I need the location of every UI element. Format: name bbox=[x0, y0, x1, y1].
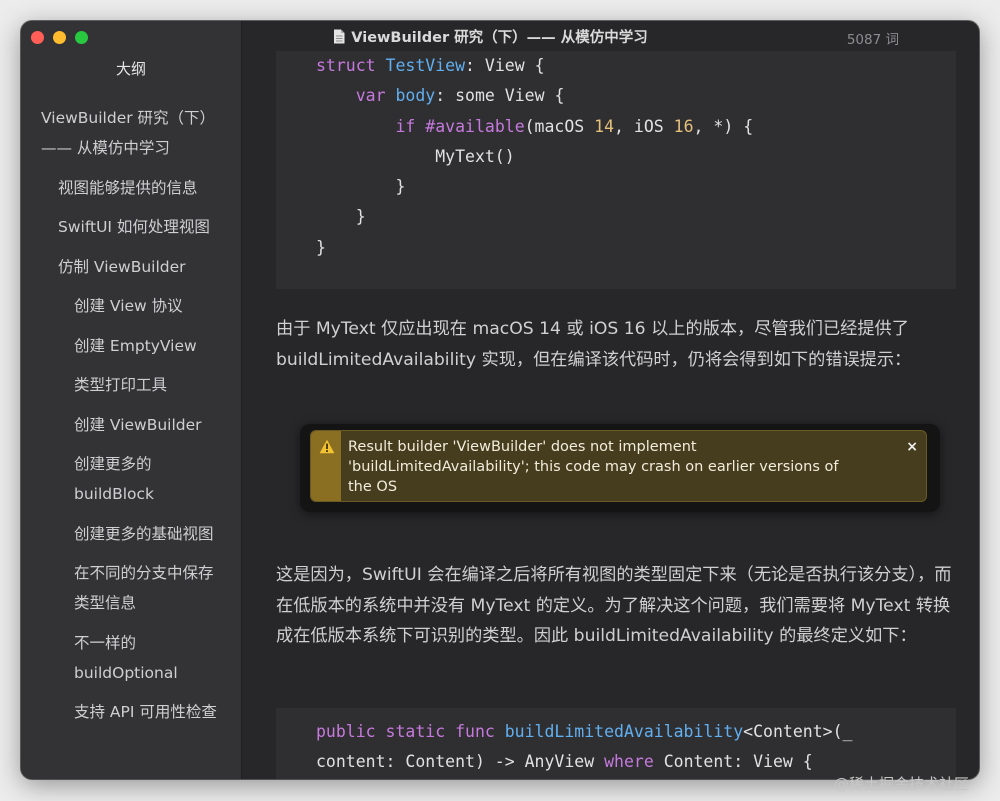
zoom-window-button[interactable] bbox=[75, 31, 88, 44]
code-token: content: Content) -> AnyView bbox=[316, 752, 605, 772]
code-token: var bbox=[355, 86, 396, 106]
code-token: } bbox=[316, 237, 326, 257]
code-token: : some View { bbox=[435, 86, 565, 106]
code-token: where bbox=[604, 752, 654, 772]
document-title: ViewBuilder 研究（下）—— 从模仿中学习 bbox=[333, 26, 648, 47]
code-line: } bbox=[316, 202, 936, 232]
code-token: Content: View { bbox=[653, 752, 813, 772]
document-title-text: ViewBuilder 研究（下）—— 从模仿中学习 bbox=[351, 30, 648, 46]
document-content[interactable]: struct TestView: View { var body: some V… bbox=[242, 51, 979, 779]
code-line: } bbox=[316, 172, 936, 202]
code-line: struct TestView: View { bbox=[316, 51, 936, 81]
watermark: @稀土掘金技术社区 bbox=[834, 775, 970, 793]
close-icon: × bbox=[906, 439, 918, 455]
code-token: <Content>(_ bbox=[743, 722, 853, 741]
error-message: Result builder 'ViewBuilder' does not im… bbox=[348, 439, 839, 495]
outline-item[interactable]: 创建更多的基础视图 bbox=[21, 519, 241, 549]
error-banner: Result builder 'ViewBuilder' does not im… bbox=[310, 430, 927, 502]
outline-item[interactable]: SwiftUI 如何处理视图 bbox=[21, 212, 241, 242]
outline-item[interactable]: 创建更多的 buildBlock bbox=[21, 449, 241, 509]
error-banner-stripe bbox=[311, 431, 341, 501]
document-icon bbox=[334, 29, 345, 44]
code-block-2[interactable]: public static func buildLimitedAvailabil… bbox=[276, 708, 956, 779]
outline-title: 大纲 bbox=[115, 60, 146, 78]
warning-icon bbox=[319, 439, 335, 454]
outline-item[interactable]: 在不同的分支中保存类型信息 bbox=[21, 558, 241, 618]
error-screenshot-image: Result builder 'ViewBuilder' does not im… bbox=[300, 424, 940, 512]
paragraph-2[interactable]: 这是因为，SwiftUI 会在编译之后将所有视图的类型固定下来（无论是否执行该分… bbox=[276, 560, 956, 652]
word-count: 5087 词 bbox=[846, 32, 899, 48]
code-token: body bbox=[395, 86, 436, 106]
code-token: struct bbox=[316, 56, 386, 75]
paragraph-1[interactable]: 由于 MyText 仅应出现在 macOS 14 或 iOS 16 以上的版本，… bbox=[276, 314, 956, 375]
close-window-button[interactable] bbox=[31, 31, 44, 44]
code-token: if #available bbox=[395, 116, 525, 136]
code-line: MyText() bbox=[316, 142, 936, 172]
outline-item[interactable]: 创建 View 协议 bbox=[21, 291, 241, 321]
code-token: , iOS bbox=[614, 116, 674, 136]
code-line: } bbox=[316, 233, 936, 263]
outline-list: ViewBuilder 研究（下）—— 从模仿中学习视图能够提供的信息 Swift… bbox=[21, 103, 241, 737]
code-line: var body: some View { bbox=[316, 81, 936, 111]
code-token: } bbox=[316, 207, 366, 227]
outline-item[interactable]: 支持 API 可用性检查 bbox=[21, 697, 241, 727]
code-token: 14 bbox=[594, 116, 615, 136]
window-controls bbox=[31, 31, 88, 44]
editor-window: 大纲 ViewBuilder 研究（下）—— 从模仿中学习视图能够提供的信息 Sw… bbox=[21, 21, 979, 779]
outline-sidebar: 大纲 ViewBuilder 研究（下）—— 从模仿中学习视图能够提供的信息 Sw… bbox=[21, 21, 242, 779]
outline-item[interactable]: 类型打印工具 bbox=[21, 370, 241, 400]
code-token: , *) { bbox=[693, 116, 754, 136]
outline-item[interactable]: 不一样的 buildOptional bbox=[21, 628, 241, 688]
outline-item[interactable]: 创建 EmptyView bbox=[21, 331, 241, 361]
code-token: buildLimitedAvailability bbox=[504, 722, 744, 741]
code-token: TestView bbox=[385, 56, 466, 75]
code-token: (macOS bbox=[524, 116, 595, 136]
code-token: MyText() bbox=[316, 146, 515, 166]
code-token: public static func bbox=[316, 722, 505, 741]
code-token: } bbox=[316, 177, 406, 197]
code-line: public static func buildLimitedAvailabil… bbox=[316, 717, 936, 747]
minimize-window-button[interactable] bbox=[53, 31, 66, 44]
outline-item[interactable]: 仿制 ViewBuilder bbox=[21, 252, 241, 282]
code-block-1[interactable]: struct TestView: View { var body: some V… bbox=[276, 51, 956, 289]
outline-item[interactable]: 视图能够提供的信息 bbox=[21, 173, 241, 203]
code-line: if #available(macOS 14, iOS 16, *) { bbox=[316, 112, 936, 142]
code-token: : View { bbox=[465, 56, 545, 75]
code-token: 16 bbox=[673, 116, 694, 136]
outline-item[interactable]: 创建 ViewBuilder bbox=[21, 410, 241, 440]
title-bar: ViewBuilder 研究（下）—— 从模仿中学习 5087 词 bbox=[242, 21, 979, 51]
outline-item[interactable]: ViewBuilder 研究（下）—— 从模仿中学习 bbox=[21, 103, 241, 163]
